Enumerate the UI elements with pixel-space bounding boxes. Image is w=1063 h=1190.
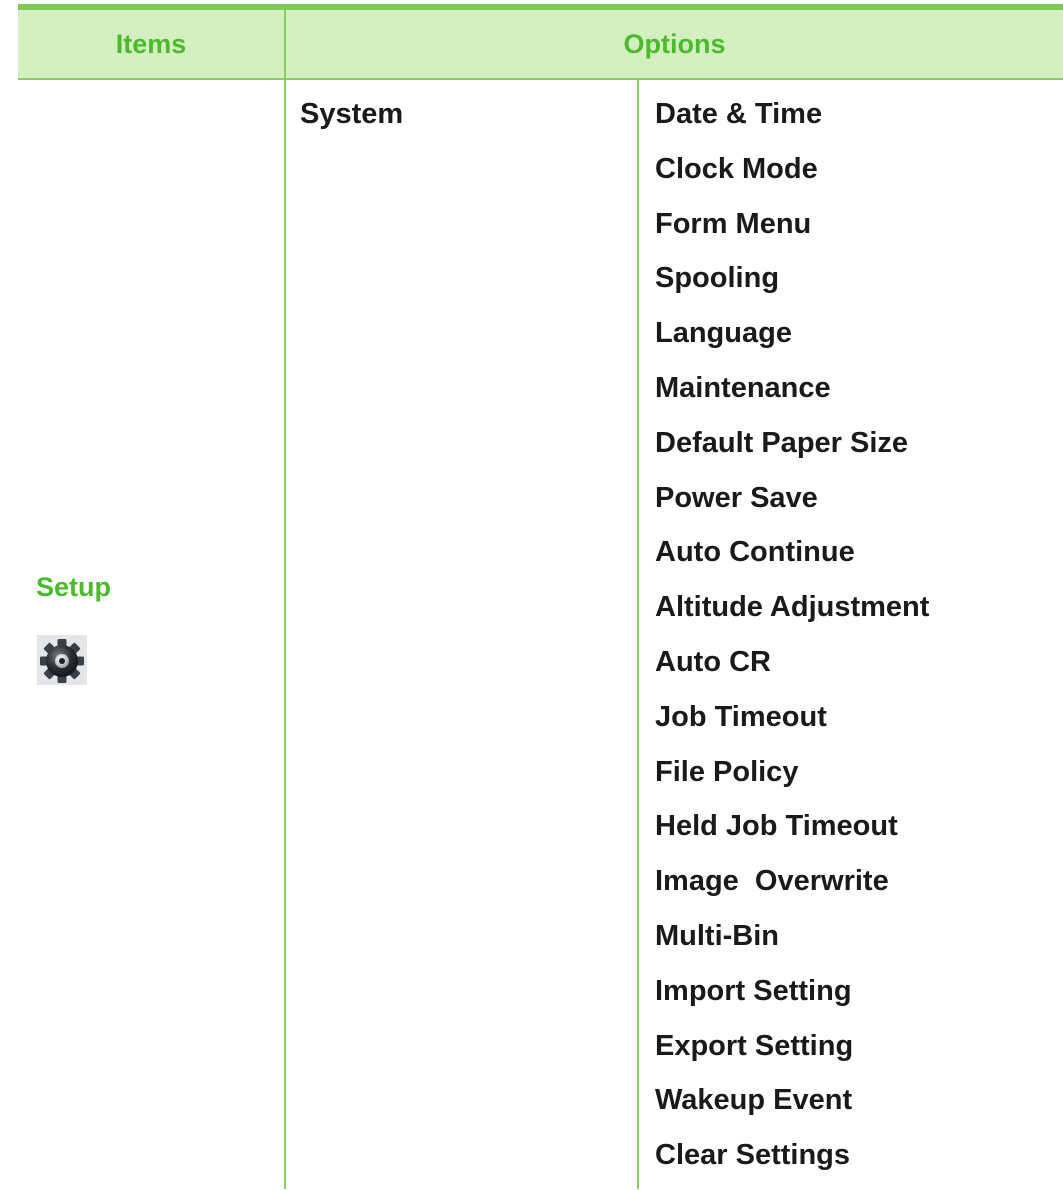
option-form-menu: Form Menu [655,207,812,240]
option-file-policy: File Policy [655,755,799,788]
option-held-job-timeout: Held Job Timeout [655,810,898,843]
option-date-time: Date & Time [655,98,823,130]
option-import-setting: Import Setting [655,974,852,1007]
option-export-setting: Export Setting [655,1029,854,1062]
option-auto-cr: Auto CR [655,645,771,678]
option-altitude-adjustment: Altitude Adjustment [655,591,930,624]
gear-icon [37,635,87,685]
option-language: Language [655,317,792,350]
option-maintenance: Maintenance [655,371,831,404]
option-job-timeout: Job Timeout [655,700,827,733]
option-auto-continue: Auto Continue [655,536,855,569]
option-default-paper-size: Default Paper Size [655,426,909,459]
option-power-save: Power Save [655,481,818,514]
option-multi-bin: Multi-Bin [655,919,780,952]
option-clear-settings: Clear Settings [655,1139,850,1172]
header-options-label: Options [623,29,726,59]
header-items-label: Items [115,29,187,59]
header-bottom-rule [18,78,1063,80]
option-image-overwrite: Image Overwrite [655,865,889,898]
column-divider-options [637,80,639,1189]
option-clock-mode: Clock Mode [655,152,818,185]
options-list: Date & Time Clock Mode Form Menu Spoolin… [655,94,929,1190]
option-wakeup-event: Wakeup Event [655,1084,853,1117]
option-spooling: Spooling [655,262,780,295]
setup-item-label: Setup [36,572,112,602]
system-category-label: System [300,98,404,130]
column-divider-items [284,10,286,1189]
